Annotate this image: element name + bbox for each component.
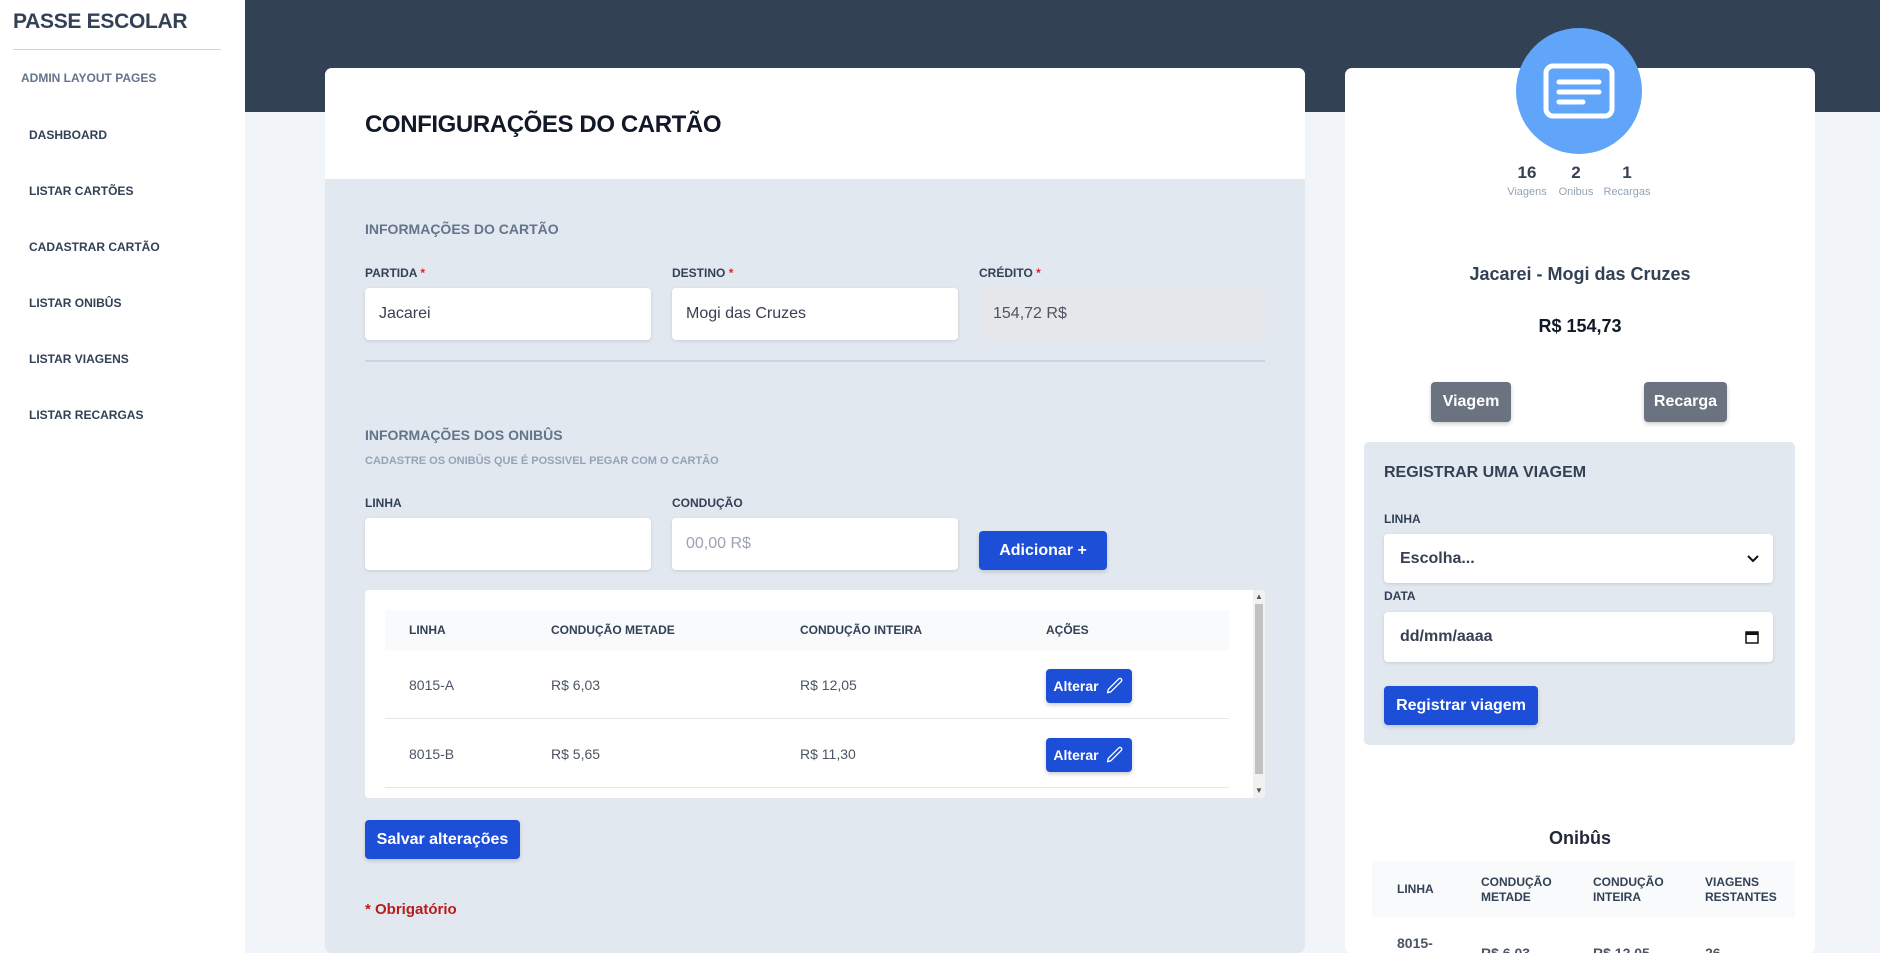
save-changes-button[interactable]: Salvar alterações: [365, 820, 520, 859]
sidebar-item-listar-viagens[interactable]: LISTAR VIAGENS: [29, 352, 129, 366]
bus-cell-inteira: R$ 12,05: [1593, 945, 1650, 953]
alter-button[interactable]: Alterar: [1046, 669, 1132, 703]
pencil-icon: [1106, 746, 1122, 763]
page-title: CONFIGURAÇÕES DO CARTÃO: [365, 111, 722, 138]
avatar: [1516, 28, 1642, 154]
destino-label: DESTINO *: [672, 266, 734, 280]
stat-viagens: 16 Viagens: [1503, 163, 1551, 198]
stat-label: Recargas: [1603, 186, 1651, 198]
alter-button[interactable]: Alterar: [1046, 738, 1132, 772]
register-data-label: DATA: [1384, 589, 1416, 603]
cell-inteira: R$ 12,05: [800, 676, 857, 693]
register-trip-button[interactable]: Registrar viagem: [1384, 686, 1538, 725]
sidebar: PASSE ESCOLAR ADMIN LAYOUT PAGES DASHBOA…: [0, 0, 245, 953]
card-info-title: INFORMAÇÕES DO CARTÃO: [365, 221, 559, 237]
conducao-input[interactable]: 00,00 R$: [672, 518, 958, 570]
stat-onibus: 2 Onibus: [1554, 163, 1598, 198]
stat-value: 16: [1517, 163, 1537, 182]
table-scrollbar[interactable]: ▲ ▼: [1253, 590, 1265, 798]
viagem-button[interactable]: Viagem: [1431, 382, 1511, 422]
stat-value: 2: [1571, 163, 1581, 182]
sidebar-item-listar-recargas[interactable]: LISTAR RECARGAS: [29, 408, 143, 422]
add-bus-button[interactable]: Adicionar +: [979, 531, 1107, 570]
bus-table: LINHA CONDUÇÃO METADE CONDUÇÃO INTEIRA A…: [365, 590, 1265, 798]
linha-label: LINHA: [365, 496, 402, 510]
required-note: * Obrigatório: [365, 901, 457, 918]
alter-label: Alterar: [1053, 747, 1099, 763]
register-trip-panel: REGISTRAR UMA VIAGEM LINHA Escolha... DA…: [1364, 442, 1795, 745]
bus-cell-metade: R$ 6,03: [1481, 945, 1531, 953]
cell-inteira: R$ 11,30: [800, 745, 856, 762]
stat-label: Viagens: [1507, 186, 1547, 198]
pencil-icon: [1106, 677, 1122, 694]
col-header-acoes: AÇÕES: [1046, 623, 1089, 637]
recarga-button[interactable]: Recarga: [1644, 382, 1727, 422]
cell-metade: R$ 6,03: [551, 676, 601, 693]
card-settings-panel: CONFIGURAÇÕES DO CARTÃO INFORMAÇÕES DO C…: [325, 68, 1305, 953]
chevron-down-icon: [1747, 554, 1759, 562]
table-header: LINHA CONDUÇÃO METADE CONDUÇÃO INTEIRA A…: [385, 610, 1229, 650]
credito-label: CRÉDITO *: [979, 266, 1041, 280]
alter-label: Alterar: [1053, 678, 1099, 694]
cell-metade: R$ 5,65: [551, 745, 601, 762]
card-icon: [1543, 63, 1615, 119]
sidebar-item-listar-onibus[interactable]: LISTAR ONIBÛS: [29, 296, 121, 310]
calendar-icon[interactable]: [1745, 630, 1759, 644]
linha-select[interactable]: Escolha...: [1384, 534, 1773, 583]
brand-title[interactable]: PASSE ESCOLAR: [13, 10, 188, 34]
col-header-linha: LINHA: [1397, 882, 1434, 896]
panel-header: CONFIGURAÇÕES DO CARTÃO: [325, 68, 1305, 179]
date-input[interactable]: dd/mm/aaaa: [1384, 612, 1773, 662]
table-row: 8015-B R$ 5,65 R$ 11,30 Alterar: [385, 719, 1229, 788]
register-linha-label: LINHA: [1384, 512, 1421, 526]
linha-select-value: Escolha...: [1400, 549, 1475, 567]
conducao-label: CONDUÇÃO: [672, 496, 743, 510]
stat-label: Onibus: [1558, 186, 1594, 198]
sidebar-item-dashboard[interactable]: DASHBOARD: [29, 128, 107, 142]
bus-list-header: LINHA CONDUÇÃO METADE CONDUÇÃO INTEIRA V…: [1372, 861, 1795, 918]
bus-info-title: INFORMAÇÕES DOS ONIBÛS: [365, 427, 563, 443]
date-placeholder: dd/mm/aaaa: [1400, 628, 1493, 645]
stat-value: 1: [1622, 163, 1632, 182]
col-header-metade: CONDUÇÃO METADE: [1481, 874, 1552, 904]
col-header-inteira: CONDUÇÃO INTEIRA: [1593, 874, 1664, 904]
col-header-inteira: CONDUÇÃO INTEIRA: [800, 623, 922, 637]
bus-cell-linha: 8015-: [1397, 935, 1433, 951]
partida-label: PARTIDA *: [365, 266, 426, 280]
register-title: REGISTRAR UMA VIAGEM: [1384, 464, 1587, 481]
scroll-thumb[interactable]: [1255, 604, 1263, 774]
cell-linha: 8015-A: [409, 676, 455, 693]
col-header-restantes: VIAGENS RESTANTES: [1705, 874, 1777, 904]
sidebar-item-cadastrar-cartao[interactable]: CADASTRAR CARTÃO: [29, 240, 160, 254]
linha-input[interactable]: [365, 518, 651, 570]
bus-cell-restantes: 26: [1705, 945, 1721, 953]
bus-list-title: Onibûs: [1549, 828, 1611, 848]
bus-info-subtitle: CADASTRE OS ONIBÛS QUE É POSSIVEL PEGAR …: [365, 455, 719, 467]
stat-recargas: 1 Recargas: [1600, 163, 1654, 198]
destino-input[interactable]: Mogi das Cruzes: [672, 288, 958, 340]
col-header-metade: CONDUÇÃO METADE: [551, 623, 675, 637]
section-divider: [365, 360, 1265, 362]
divider: [13, 49, 221, 50]
credit-value: R$ 154,73: [1538, 316, 1622, 336]
sidebar-heading: ADMIN LAYOUT PAGES: [21, 71, 157, 85]
route-title: Jacarei - Mogi das Cruzes: [1469, 264, 1691, 284]
col-header-linha: LINHA: [409, 623, 446, 637]
scroll-down-icon[interactable]: ▼: [1255, 786, 1263, 795]
credito-input: 154,72 R$: [979, 288, 1265, 340]
partida-input[interactable]: Jacarei: [365, 288, 651, 340]
table-row: 8015-A R$ 6,03 R$ 12,05 Alterar: [385, 650, 1229, 719]
scroll-up-icon[interactable]: ▲: [1255, 592, 1263, 601]
cell-linha: 8015-B: [409, 745, 455, 762]
sidebar-item-listar-cartoes[interactable]: LISTAR CARTÕES: [29, 184, 133, 198]
